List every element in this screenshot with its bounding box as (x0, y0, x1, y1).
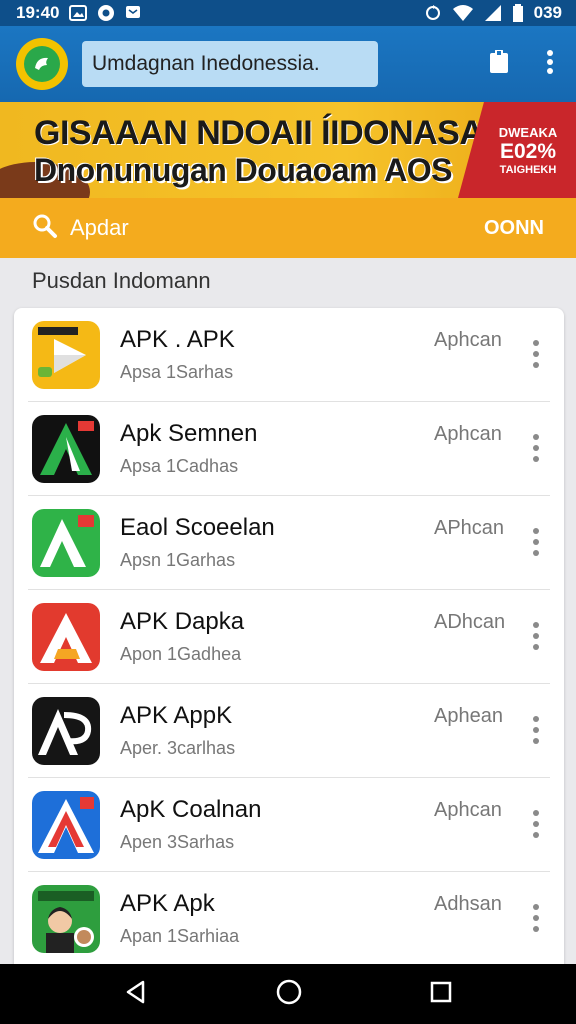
banner-subtitle: Dnonunugan Douaoam AOS (34, 152, 453, 188)
yellow-play-icon (32, 321, 100, 389)
app-subtitle: Apan 1Sarhiaa (120, 926, 240, 946)
search-icon (32, 213, 58, 244)
overflow-menu-icon[interactable] (546, 49, 554, 80)
signal-icon (484, 4, 502, 22)
more-vert-icon[interactable] (526, 904, 546, 932)
app-action-label[interactable]: Aphcan (434, 329, 502, 352)
badge-percent: E02% (499, 139, 557, 163)
battery-icon (512, 4, 524, 22)
app-action-label[interactable]: ADhcan (434, 611, 505, 634)
banner-title: GISAAAN NDOAII ÍIDONASAI (34, 114, 493, 152)
app-subtitle: Apen 3Sarhas (120, 832, 235, 852)
more-vert-icon[interactable] (526, 528, 546, 556)
app-name: Apk Semnen (120, 420, 258, 447)
back-icon[interactable] (123, 979, 149, 1010)
status-time: 19:40 (16, 3, 60, 22)
sync-icon (424, 4, 442, 22)
clipboard-icon[interactable] (488, 48, 510, 79)
black-green-a-icon (32, 415, 100, 483)
section-title: Pusdan Indomann (32, 268, 211, 293)
chrome-icon (97, 4, 115, 22)
battery-level: 039 (533, 3, 562, 22)
navigation-bar (0, 964, 576, 1024)
app-name: APK AppK (120, 702, 233, 729)
list-item[interactable]: APK AppK Aper. 3carlhas Aphean (14, 684, 564, 778)
more-vert-icon[interactable] (526, 622, 546, 650)
list-item[interactable]: APK . APK Apsa 1Sarhas Aphcan (14, 308, 564, 402)
app-action-label[interactable]: Adhsan (434, 893, 502, 916)
more-vert-icon[interactable] (526, 716, 546, 744)
app-logo-icon[interactable] (16, 38, 68, 90)
app-subtitle: Apsa 1Sarhas (120, 362, 234, 382)
black-ap-icon (32, 697, 100, 765)
search-input[interactable]: Umdagnan Inedonessia. (82, 41, 378, 87)
app-name: APK Apk (120, 890, 215, 917)
recents-icon[interactable] (429, 980, 453, 1009)
app-name: Eaol Scoeelan (120, 514, 275, 541)
app-bar: Umdagnan Inedonessia. (0, 26, 576, 102)
home-icon[interactable] (275, 978, 303, 1011)
green-a-icon (32, 509, 100, 577)
photo-app-icon (32, 885, 100, 953)
app-action-label[interactable]: Aphcan (434, 799, 502, 822)
more-vert-icon[interactable] (526, 434, 546, 462)
badge-bottom-text: TAIGHEKH (499, 163, 557, 176)
app-action-label[interactable]: Aphean (434, 705, 503, 728)
list-item[interactable]: APK Apk Apan 1Sarhiaa Adhsan (14, 872, 564, 966)
list-item[interactable]: Eaol Scoeelan Apsn 1Garhas APhcan (14, 496, 564, 590)
app-subtitle: Apsa 1Cadhas (120, 456, 239, 476)
wifi-icon (452, 4, 474, 22)
red-a-icon (32, 603, 100, 671)
message-icon (125, 5, 141, 21)
search-field[interactable]: Apdar (70, 215, 129, 241)
search-strip: Apdar OONN (0, 198, 576, 258)
gallery-icon (69, 5, 88, 21)
promo-banner[interactable]: GISAAAN NDOAII ÍIDONASAI Dnonunugan Doua… (0, 102, 576, 198)
list-item[interactable]: APK Dapka Apon 1Gadhea ADhcan (14, 590, 564, 684)
list-item[interactable]: Apk Semnen Apsa 1Cadhas Aphcan (14, 402, 564, 496)
app-subtitle: Apon 1Gadhea (120, 644, 242, 664)
app-subtitle: Aper. 3carlhas (120, 738, 236, 758)
app-list: APK . APK Apsa 1Sarhas Aphcan Apk Semnen… (14, 308, 564, 988)
status-bar: 19:40 039 (0, 0, 576, 26)
more-vert-icon[interactable] (526, 340, 546, 368)
blue-red-a-icon (32, 791, 100, 859)
badge-top-text: DWEAKA (498, 124, 558, 140)
app-name: APK . APK (120, 326, 235, 353)
search-button[interactable]: OONN (484, 217, 544, 240)
list-item[interactable]: ApK Coalnan Apen 3Sarhas Aphcan (14, 778, 564, 872)
app-subtitle: Apsn 1Garhas (120, 550, 236, 570)
app-name: ApK Coalnan (120, 796, 262, 823)
app-action-label[interactable]: Aphcan (434, 423, 502, 446)
app-name: APK Dapka (120, 608, 245, 635)
more-vert-icon[interactable] (526, 810, 546, 838)
app-action-label[interactable]: APhcan (434, 517, 504, 540)
